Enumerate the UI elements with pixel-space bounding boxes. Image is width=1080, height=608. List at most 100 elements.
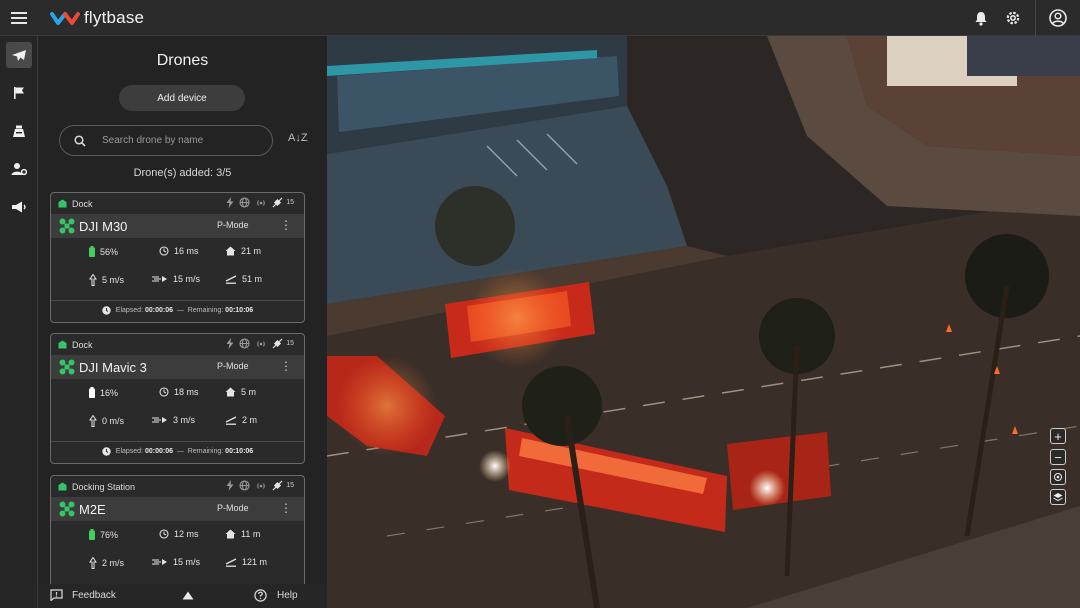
live-video-map[interactable]: + − [327, 36, 1080, 608]
globe-icon [239, 197, 250, 208]
clock-icon [159, 387, 169, 397]
horizontal-speed-metric: 15 m/s [152, 557, 200, 567]
satellite-count: 15 [286, 482, 294, 489]
recenter-location-icon[interactable] [1050, 469, 1066, 485]
power-icon [226, 480, 234, 491]
zoom-out-button[interactable]: − [1050, 449, 1066, 465]
panel-title: Drones [156, 52, 209, 69]
user-account-icon[interactable] [1042, 0, 1074, 36]
horizontal-speed-icon [152, 559, 167, 565]
latency-metric: 18 ms [159, 387, 199, 397]
dock-status-icon [58, 482, 67, 491]
aerial-street-scene [327, 36, 1080, 608]
signal-icon [257, 482, 265, 489]
home-icon [225, 246, 236, 256]
home-icon [225, 387, 236, 397]
rail-item-announcements[interactable] [0, 188, 38, 226]
timer-icon [102, 306, 111, 315]
dock-status-icon [58, 199, 67, 208]
home-distance-metric: 5 m [225, 387, 256, 397]
drone-card[interactable]: Docking Station 15 M2E P-Mode ⋮ 76% 12 m… [50, 475, 305, 585]
help-button[interactable]: Help [254, 589, 298, 602]
panel-footer: Feedback Help [38, 584, 327, 608]
clock-icon [159, 246, 169, 256]
top-bar: flytbase [0, 0, 1080, 36]
more-options-icon[interactable]: ⋮ [280, 360, 292, 372]
home-distance-metric: 21 m [225, 246, 261, 256]
globe-icon [239, 338, 250, 349]
satellite-count: 15 [286, 340, 294, 347]
dock-label: Dock [72, 339, 93, 350]
latency-metric: 12 ms [159, 529, 199, 539]
horizontal-speed-icon [152, 417, 167, 423]
rail-item-docks[interactable] [0, 112, 38, 150]
battery-metric: 76% [89, 529, 118, 540]
search-drone-input[interactable]: Search drone by name [59, 125, 273, 156]
feedback-icon [50, 589, 63, 601]
add-device-button[interactable]: Add device [119, 85, 245, 111]
more-options-icon[interactable]: ⋮ [280, 219, 292, 231]
signal-icon [257, 199, 265, 206]
latency-metric: 16 ms [159, 246, 199, 256]
vertical-speed-icon [89, 557, 97, 569]
layers-icon[interactable] [1050, 489, 1066, 505]
satellite-icon [272, 480, 283, 491]
drone-card[interactable]: Dock 15 DJI Mavic 3 P-Mode ⋮ 16% 18 ms 5… [50, 333, 305, 464]
help-icon [254, 589, 267, 602]
drone-card[interactable]: Dock 15 DJI M30 P-Mode ⋮ 56% 16 ms 21 m … [50, 192, 305, 323]
feedback-label: Feedback [72, 589, 116, 601]
globe-icon [239, 480, 250, 491]
battery-metric: 16% [89, 387, 118, 398]
power-icon [226, 338, 234, 349]
horizontal-speed-metric: 3 m/s [152, 415, 195, 425]
search-placeholder: Search drone by name [102, 135, 204, 146]
vertical-speed-icon [89, 274, 97, 286]
dock-icon [13, 125, 25, 137]
more-options-icon[interactable]: ⋮ [280, 502, 292, 514]
notification-bell-icon[interactable] [965, 0, 997, 36]
drone-name: DJI M30 [79, 218, 128, 234]
settings-gear-icon[interactable] [997, 0, 1029, 36]
rail-item-drones[interactable] [0, 36, 38, 74]
power-icon [226, 197, 234, 208]
drone-name: M2E [79, 501, 106, 517]
feedback-button[interactable]: Feedback [50, 589, 116, 601]
vertical-speed-metric: 2 m/s [89, 557, 124, 569]
drone-icon [59, 218, 75, 234]
menu-icon[interactable] [0, 0, 38, 36]
flight-timer: Elapsed: 00:00:06 — Remaining: 00:10:06 [51, 441, 304, 461]
side-rail [0, 36, 38, 608]
rail-item-missions[interactable] [0, 74, 38, 112]
battery-icon [89, 246, 95, 257]
satellite-icon [272, 338, 283, 349]
signal-icon [257, 340, 265, 347]
vertical-speed-metric: 5 m/s [89, 274, 124, 286]
megaphone-icon [12, 201, 26, 213]
drone-icon [59, 359, 75, 375]
flytbase-logo[interactable]: flytbase [50, 8, 144, 28]
home-icon [225, 529, 236, 539]
flag-icon [14, 87, 24, 99]
altitude-metric: 2 m [225, 415, 257, 425]
flight-mode: P-Mode [217, 220, 249, 230]
zoom-in-button[interactable]: + [1050, 428, 1066, 444]
altitude-icon [225, 557, 237, 567]
altitude-icon [225, 274, 237, 284]
flytbase-logo-icon [50, 11, 80, 25]
brand-name: flytbase [84, 7, 145, 27]
horizontal-speed-icon [152, 276, 167, 282]
airplane-icon [12, 50, 26, 61]
collapse-up-icon[interactable] [182, 591, 194, 603]
sort-az-icon[interactable]: A↓Z [288, 132, 308, 144]
battery-icon [89, 529, 95, 540]
dock-label: Docking Station [72, 481, 136, 492]
dock-status-icon [58, 340, 67, 349]
rail-item-users[interactable] [0, 150, 38, 188]
home-distance-metric: 11 m [225, 529, 260, 539]
drone-count: Drone(s) added: 3/5 [133, 167, 232, 179]
clock-icon [159, 529, 169, 539]
satellite-icon [272, 197, 283, 208]
battery-metric: 56% [89, 246, 118, 257]
horizontal-speed-metric: 15 m/s [152, 274, 200, 284]
search-icon [74, 134, 86, 147]
